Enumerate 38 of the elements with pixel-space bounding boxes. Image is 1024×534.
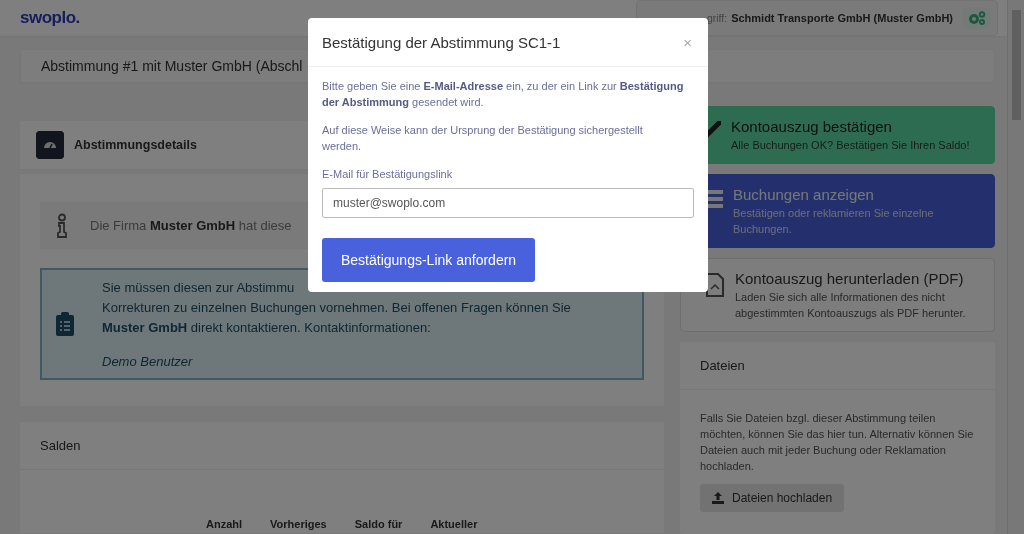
pen-icon [705,121,721,137]
upload-icon [712,492,724,504]
notice-text: Sie müssen diesen zur Abstimmu [102,278,295,296]
info-text: Die Firma Muster GmbH hat diese [90,218,292,233]
action-title: Kontoauszug herunterladen (PDF) [735,269,965,289]
action-card[interactable]: Kontoauszug herunterladen (PDF) Laden Sie sich alle Informationen des nicht abgestimmten Kontoauszugs als PDF herunter. [680,258,995,332]
files-description: Falls Sie Dateien bzgl. dieser Abstimmung teilen möchten, können Sie das hier tun. Alternativ können Sie Dateien auch mit jeder Buchung oder Reklamation hochladen. [700,411,975,474]
access-company: Schmidt Transporte GmbH (Muster GmbH) [731,12,953,24]
column-header: Saldo für [354,518,403,531]
file-icon [705,273,725,297]
gauge-icon [36,131,64,159]
column-header: Vorheriges [270,518,327,531]
info-icon [56,212,68,239]
settings-icon[interactable] [963,7,991,29]
upload-button[interactable]: Dateien hochladen [700,484,845,512]
modal-title: Bestätigung der Abstimmung SC1-1 [322,33,561,51]
clipboard-icon [56,312,74,336]
page-title: Abstimmung #1 mit Muster GmbH (Abschl [41,58,304,74]
card-title: Salden [20,422,664,470]
card-title: Dateien [680,342,995,390]
action-title: Buchungen anzeigen [733,185,875,205]
field-label: E-Mail für Bestätigungslink [322,167,454,182]
action-description: Laden Sie sich alle Informationen des nicht abgestimmten Kontoauszugs als PDF herunter. [735,290,967,321]
action-description: Alle Buchungen OK? Bestätigen Sie Ihren Saldo! [731,138,970,153]
notice-text: Korrekturen zu einzelnen Buchungen vornehmen. Bei offenen Fragen können Sie [102,298,571,316]
app-logo[interactable]: swoplo. [20,8,80,28]
note-text: Auf diese Weise kann der Ursprung der Bestätigung sichergestellt werden. [322,123,644,154]
column-header: Anzahl [206,518,243,531]
notice-text: Muster GmbH direkt kontaktieren. Kontaktinformationen: [102,318,431,336]
action-title: Kontoauszug bestätigen [731,117,893,137]
column-header: Aktueller [430,518,478,531]
card-title: Abstimmungsdetails [74,138,197,152]
contact-name: Demo Benutzer [102,352,193,370]
email-field[interactable]: muster@swoplo.com [322,188,694,218]
action-description: Bestätigen oder reklamieren Sie einzelne Buchungen. [733,206,935,237]
request-link-button[interactable]: Bestätigungs-Link anfordern [322,238,536,282]
scrollbar-thumb[interactable] [1011,10,1021,120]
close-button[interactable]: × [681,33,694,51]
